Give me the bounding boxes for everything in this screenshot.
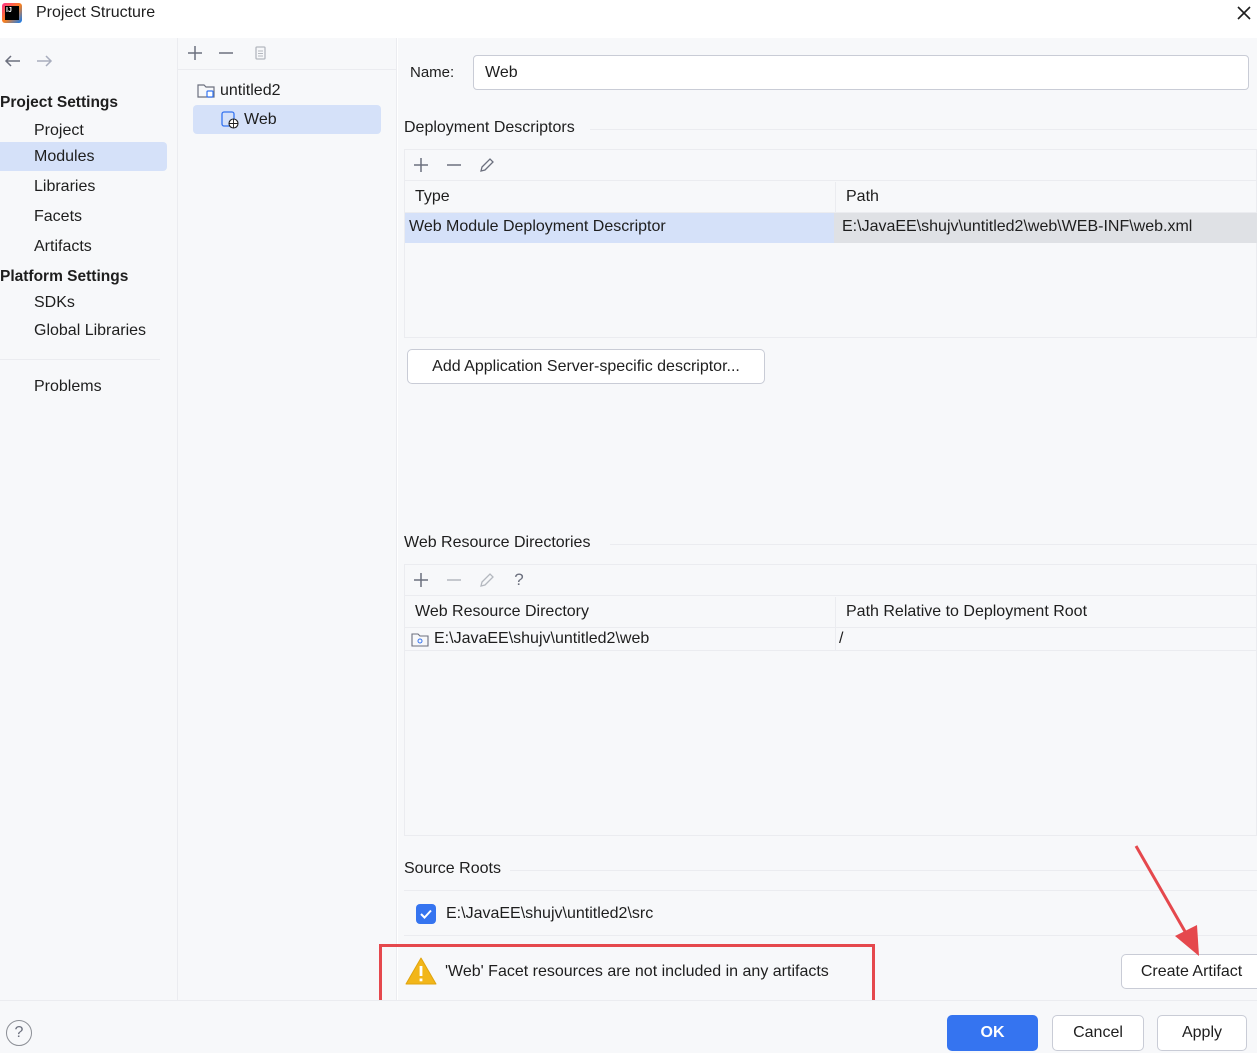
deployment-toolbar [405,150,1256,181]
folder-icon [411,633,429,647]
edit-icon[interactable] [477,155,497,175]
help-icon[interactable]: ? [6,1020,32,1046]
column-header-path[interactable]: Path [836,182,1257,212]
source-root-checkbox[interactable] [416,904,436,924]
sidebar-item-project[interactable]: Project [0,116,167,145]
close-icon[interactable] [1234,3,1254,23]
project-settings-heading: Project Settings [0,94,118,111]
tree-toolbar [178,38,397,70]
sidebar-item-artifacts[interactable]: Artifacts [0,232,167,261]
module-folder-icon [197,84,215,98]
remove-icon[interactable] [444,570,464,590]
add-icon[interactable] [411,155,431,175]
tree-node-untitled2[interactable]: untitled2 [196,76,386,105]
group-divider [590,129,1257,130]
window-title: Project Structure [36,4,156,21]
sidebar-item-problems[interactable]: Problems [0,372,167,401]
platform-settings-heading: Platform Settings [0,268,129,285]
name-input[interactable]: Web [473,55,1249,90]
tree-node-label: Web [244,111,277,128]
name-label: Name: [410,64,455,81]
column-header-type[interactable]: Type [405,182,835,212]
sidebar-divider [0,359,160,360]
apply-button[interactable]: Apply [1157,1015,1247,1051]
remove-icon[interactable] [216,43,236,63]
group-divider [610,544,1257,545]
annotation-arrow-icon [1134,845,1199,956]
relative-path-cell: / [839,630,844,647]
warning-highlight-box [379,944,875,1003]
source-roots-title: Source Roots [404,860,501,877]
sidebar-item-global-libraries[interactable]: Global Libraries [0,316,167,345]
web-resource-toolbar: ? [405,565,1256,596]
sidebar-item-modules[interactable]: Modules [0,142,167,171]
settings-sidebar: Project Settings Project Modules Librari… [0,38,178,1000]
web-resource-directories-table: ? Web Resource Directory Path Relative t… [404,564,1257,836]
help-icon[interactable]: ? [509,570,529,590]
copy-icon[interactable] [250,43,270,63]
column-header-web-resource-directory[interactable]: Web Resource Directory [405,597,835,627]
module-tree-panel: untitled2 Web [178,38,397,1000]
deployment-descriptors-title: Deployment Descriptors [404,119,575,136]
tree-node-web[interactable]: Web [193,105,381,134]
web-resource-directories-title: Web Resource Directories [404,534,591,551]
table-row[interactable]: Web Module Deployment Descriptor E:\Java… [405,213,1257,243]
column-header-relative-path[interactable]: Path Relative to Deployment Root [836,597,1257,627]
intellij-idea-logo-icon: IJ [2,3,22,23]
remove-icon[interactable] [444,155,464,175]
add-icon[interactable] [185,43,205,63]
descriptor-path-cell: E:\JavaEE\shujv\untitled2\web\WEB-INF\we… [842,218,1193,235]
forward-arrow-icon[interactable] [34,53,54,69]
sidebar-item-facets[interactable]: Facets [0,202,167,231]
cancel-button[interactable]: Cancel [1052,1015,1144,1051]
deployment-descriptors-table: Type Path Web Module Deployment Descript… [404,149,1257,338]
title-bar: IJ Project Structure [0,0,1257,38]
sidebar-item-sdks[interactable]: SDKs [0,288,167,317]
edit-icon[interactable] [477,570,497,590]
ok-button[interactable]: OK [947,1015,1038,1051]
web-resource-directory-cell: E:\JavaEE\shujv\untitled2\web [434,630,650,647]
column-separator [835,597,836,627]
column-separator [835,182,836,212]
descriptor-type-cell: Web Module Deployment Descriptor [409,218,666,235]
dialog-footer: ? OK Cancel Apply [0,1000,1257,1053]
add-icon[interactable] [411,570,431,590]
web-facet-icon [221,111,239,129]
add-server-descriptor-button[interactable]: Add Application Server-specific descript… [407,349,765,384]
table-row[interactable]: E:\JavaEE\shujv\untitled2\web / [405,628,1257,651]
column-separator [835,628,836,650]
source-root-path: E:\JavaEE\shujv\untitled2\src [446,905,654,922]
back-arrow-icon[interactable] [3,53,23,69]
tree-node-label: untitled2 [220,82,281,99]
sidebar-item-libraries[interactable]: Libraries [0,172,167,201]
